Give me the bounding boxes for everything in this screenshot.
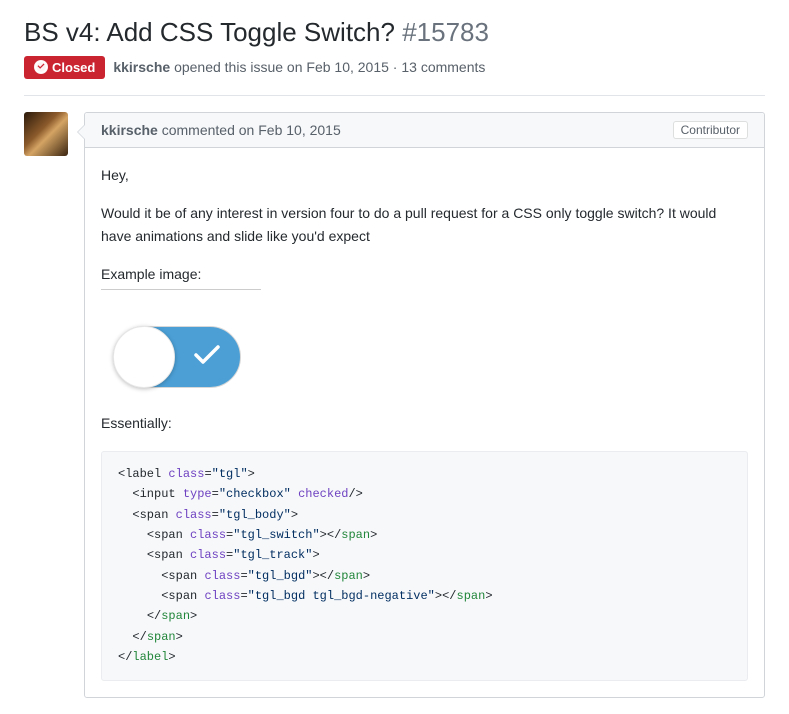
t: <span [161,569,197,583]
t: span [334,569,363,583]
t: </ [118,650,132,664]
issue-title: BS v4: Add CSS Toggle Switch? #15783 [24,16,765,50]
t: </ [132,630,146,644]
t: > [190,609,197,623]
t: > [363,569,370,583]
t: class [190,528,226,542]
state-label: Closed [52,60,95,75]
issue-title-text[interactable]: BS v4: Add CSS Toggle Switch? [24,17,395,47]
t: > [248,467,255,481]
t: span [457,589,486,603]
role-badge: Contributor [673,121,748,139]
essentially-label: Essentially: [101,412,748,434]
t: "tgl_track" [233,548,312,562]
issue-opened-by: kkirsche opened this issue on Feb 10, 20… [113,59,485,75]
check-icon [192,342,222,372]
greeting: Hey, [101,164,748,186]
opened-verb: opened this issue [174,59,283,75]
t: "tgl" [212,467,248,481]
opened-date-prefix: on [287,59,303,75]
t: span [341,528,370,542]
t: /> [348,487,362,501]
issue-header: BS v4: Add CSS Toggle Switch? #15783 Clo… [24,16,765,96]
comment-action: commented [162,122,235,138]
t: <span [161,589,197,603]
issue-number: #15783 [402,17,489,47]
t: class [190,548,226,562]
toggle-switch [113,326,241,388]
t: class [204,569,240,583]
t: > [370,528,377,542]
t: > [176,630,183,644]
t: ></ [435,589,457,603]
example-label: Example image: [101,263,261,290]
comment-author-link[interactable]: kkirsche [101,122,158,138]
t: <span [147,528,183,542]
t: "tgl_bgd" [248,569,313,583]
t: <span [147,548,183,562]
t: "tgl_bgd tgl_bgd-negative" [248,589,435,603]
t: <label [118,467,161,481]
t: type [183,487,212,501]
comment-body: Hey, Would it be of any interest in vers… [85,148,764,697]
avatar[interactable] [24,112,68,156]
t: label [132,650,168,664]
comment-box: kkirsche commented on Feb 10, 2015 Contr… [84,112,765,698]
example-image [101,318,748,412]
t: span [147,630,176,644]
t: </ [147,609,161,623]
t: class [168,467,204,481]
t: span [161,609,190,623]
t: > [168,650,175,664]
t: ></ [312,569,334,583]
comment-container: kkirsche commented on Feb 10, 2015 Contr… [24,112,765,698]
body-main: Would it be of any interest in version f… [101,202,748,247]
opened-date: Feb 10, 2015 [306,59,389,75]
issue-meta: Closed kkirsche opened this issue on Feb… [24,56,765,79]
t: > [485,589,492,603]
comment-date-prefix: on [239,122,255,138]
t: <span [132,508,168,522]
t: "tgl_body" [219,508,291,522]
comment-date[interactable]: Feb 10, 2015 [258,122,341,138]
toggle-knob [113,326,175,388]
t: "checkbox" [219,487,291,501]
comments-count: 13 comments [401,59,485,75]
comment-header: kkirsche commented on Feb 10, 2015 Contr… [85,113,764,148]
t: class [176,508,212,522]
t: class [204,589,240,603]
meta-sep: · [393,59,398,75]
t: checked [298,487,348,501]
t: ></ [320,528,342,542]
t: > [291,508,298,522]
closed-icon [34,60,48,74]
t: <input [132,487,175,501]
issue-author-link[interactable]: kkirsche [113,59,170,75]
code-block: <label class="tgl"> <input type="checkbo… [101,451,748,681]
t: > [312,548,319,562]
comment-header-left: kkirsche commented on Feb 10, 2015 [101,122,341,138]
state-badge: Closed [24,56,105,79]
t: "tgl_switch" [233,528,319,542]
